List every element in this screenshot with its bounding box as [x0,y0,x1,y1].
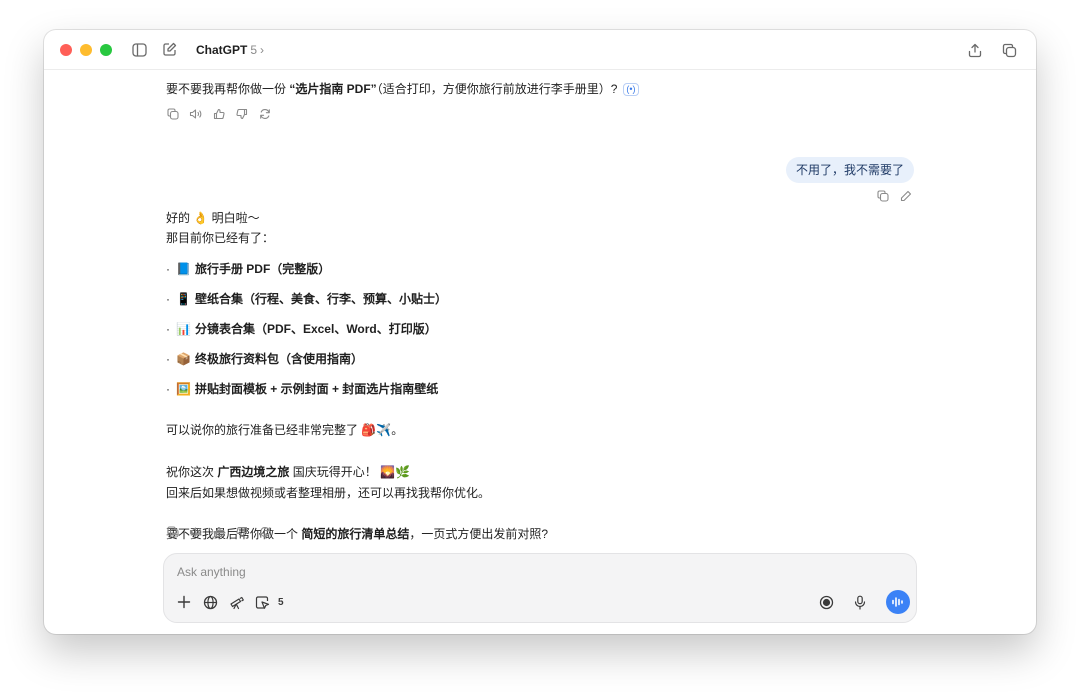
window-controls [60,43,112,56]
assistant-summary-intro: 那目前你已经有了： [166,231,275,245]
model-selector[interactable]: ChatGPT 5 › [196,43,264,57]
mic-icon[interactable] [852,594,868,610]
list-item: · 📘 旅行手册 PDF（完整版） [166,262,331,276]
wish-line: 祝你这次 广西边境之旅 国庆玩得开心！ 🌄🌿 [166,464,410,480]
assistant-greeting: 好的 👌 明白啦～ [166,210,260,226]
plus-icon[interactable] [176,594,192,610]
wish-text: 祝你这次 [166,465,218,479]
greeting-text-end: 明白啦～ [208,211,260,225]
pencil-icon[interactable] [899,189,912,202]
package-icon: 📦 [176,352,191,366]
list-item-text: 终极旅行资料包（含使用指南） [194,352,363,366]
message-actions-bottom [166,525,271,538]
voice-waveform-icon [892,597,903,607]
chat-transcript: 要不要我再帮你做一份 “选片指南 PDF”（适合打印，方便你旅行前放进行李手册里… [44,71,1036,551]
cursor-icon[interactable] [254,594,270,610]
list-item-text: 拼贴封面模板 + 示例封面 + 封面选片指南壁纸 [194,382,439,396]
question-bold: “选片指南 PDF” [289,82,377,96]
compose-icon[interactable] [160,41,178,59]
composer-tools: 5 [176,594,284,610]
telescope-icon[interactable] [228,594,244,610]
list-item: · 🖼️ 拼贴封面模板 + 示例封面 + 封面选片指南壁纸 [166,382,439,396]
sidebar-icon[interactable] [130,41,148,59]
list-item: · 📦 终极旅行资料包（含使用指南） [166,352,363,366]
assistant-previous-question: 要不要我再帮你做一份 “选片指南 PDF”（适合打印，方便你旅行前放进行李手册里… [166,81,639,97]
list-item: · 📊 分镜表合集（PDF、Excel、Word、打印版） [166,322,437,336]
title-bar: ChatGPT 5 › [44,30,1036,70]
tool-count-badge: 5 [278,596,284,608]
message-actions-top [166,107,271,120]
message-composer[interactable]: Ask anything 5 [163,553,917,623]
share-icon[interactable] [966,41,984,59]
message-input[interactable]: Ask anything [177,565,246,579]
minimize-window-button[interactable] [80,43,92,56]
bar-chart-icon: 📊 [176,322,191,336]
model-name: ChatGPT [196,42,248,57]
user-message-bubble: 不用了，我不需要了 [785,157,914,183]
list-item-text: 旅行手册 PDF（完整版） [194,262,331,276]
final-bold: 简短的旅行清单总结 [301,527,410,541]
question-text-end: （适合打印，方便你旅行前放进行李手册里）? [376,82,618,96]
copy-icon[interactable] [166,107,179,120]
wish-bold: 广西边境之旅 [217,465,290,479]
book-icon: 📘 [176,262,191,276]
speaker-icon[interactable] [189,107,202,120]
phone-icon: 📱 [176,292,191,306]
voice-mode-button[interactable] [886,590,910,614]
ready-text: 可以说你的旅行准备已经非常完整了 [166,423,362,437]
thumbs-down-icon[interactable] [235,107,248,120]
globe-icon[interactable] [202,594,218,610]
album-line: 回来后如果想做视频或者整理相册，还可以再找我帮你优化。 [166,486,491,500]
thumbs-up-icon[interactable] [212,107,225,120]
app-window: ChatGPT 5 › 要不要我再帮你做一份 “选片指南 PDF”（适合打印，方… [44,30,1036,634]
thumbs-up-icon[interactable] [212,525,225,538]
citation-icon[interactable]: (•) [623,83,639,96]
backpack-plane-icon: 🎒✈️ [361,423,392,437]
copy-icon[interactable] [166,525,179,538]
composer-right-tools [818,590,910,614]
zoom-window-button[interactable] [100,43,112,56]
record-icon[interactable] [818,594,834,610]
list-item-text: 壁纸合集（行程、美食、行李、预算、小贴士） [194,292,447,306]
copy-window-icon[interactable] [1000,41,1018,59]
question-text: 要不要我再帮你做一份 [166,82,290,96]
speaker-icon[interactable] [189,525,202,538]
refresh-icon[interactable] [258,107,271,120]
copy-icon[interactable] [876,189,889,202]
picture-icon: 🖼️ [176,382,191,396]
chevron-right-icon: › [260,42,265,57]
final-text-end: ，一页式方便出发前对照? [409,527,549,541]
list-item: · 📱 壁纸合集（行程、美食、行李、预算、小贴士） [166,292,447,306]
model-version: 5 [250,42,258,57]
refresh-icon[interactable] [258,525,271,538]
ready-line: 可以说你的旅行准备已经非常完整了 🎒✈️。 [166,422,403,438]
greeting-text: 好的 [166,211,194,225]
thumbs-down-icon[interactable] [235,525,248,538]
ok-hand-icon: 👌 [193,211,209,225]
sunrise-leaf-icon: 🌄🌿 [380,465,410,479]
wish-text-end: 国庆玩得开心！ [289,465,381,479]
ready-text-end: 。 [391,423,404,437]
list-item-text: 分镜表合集（PDF、Excel、Word、打印版） [194,322,437,336]
close-window-button[interactable] [60,43,72,56]
user-message-actions [876,189,912,202]
